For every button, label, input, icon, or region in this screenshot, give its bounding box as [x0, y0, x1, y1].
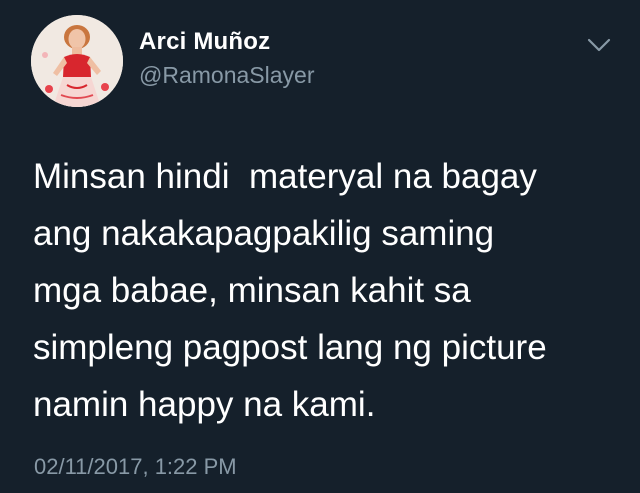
author-handle[interactable]: @RamonaSlayer	[139, 62, 314, 89]
chevron-down-icon[interactable]	[587, 36, 611, 54]
avatar-photo	[31, 15, 123, 107]
tweet-text: Minsan hindi materyal na bagay ang nakak…	[33, 157, 547, 424]
tweet-timestamp[interactable]: 02/11/2017, 1:22 PM	[34, 454, 237, 480]
avatar[interactable]	[31, 15, 123, 107]
tweet-card: Arci Muñoz @RamonaSlayer Minsan hindi ma…	[0, 0, 640, 493]
author-name[interactable]: Arci Muñoz	[139, 28, 270, 56]
